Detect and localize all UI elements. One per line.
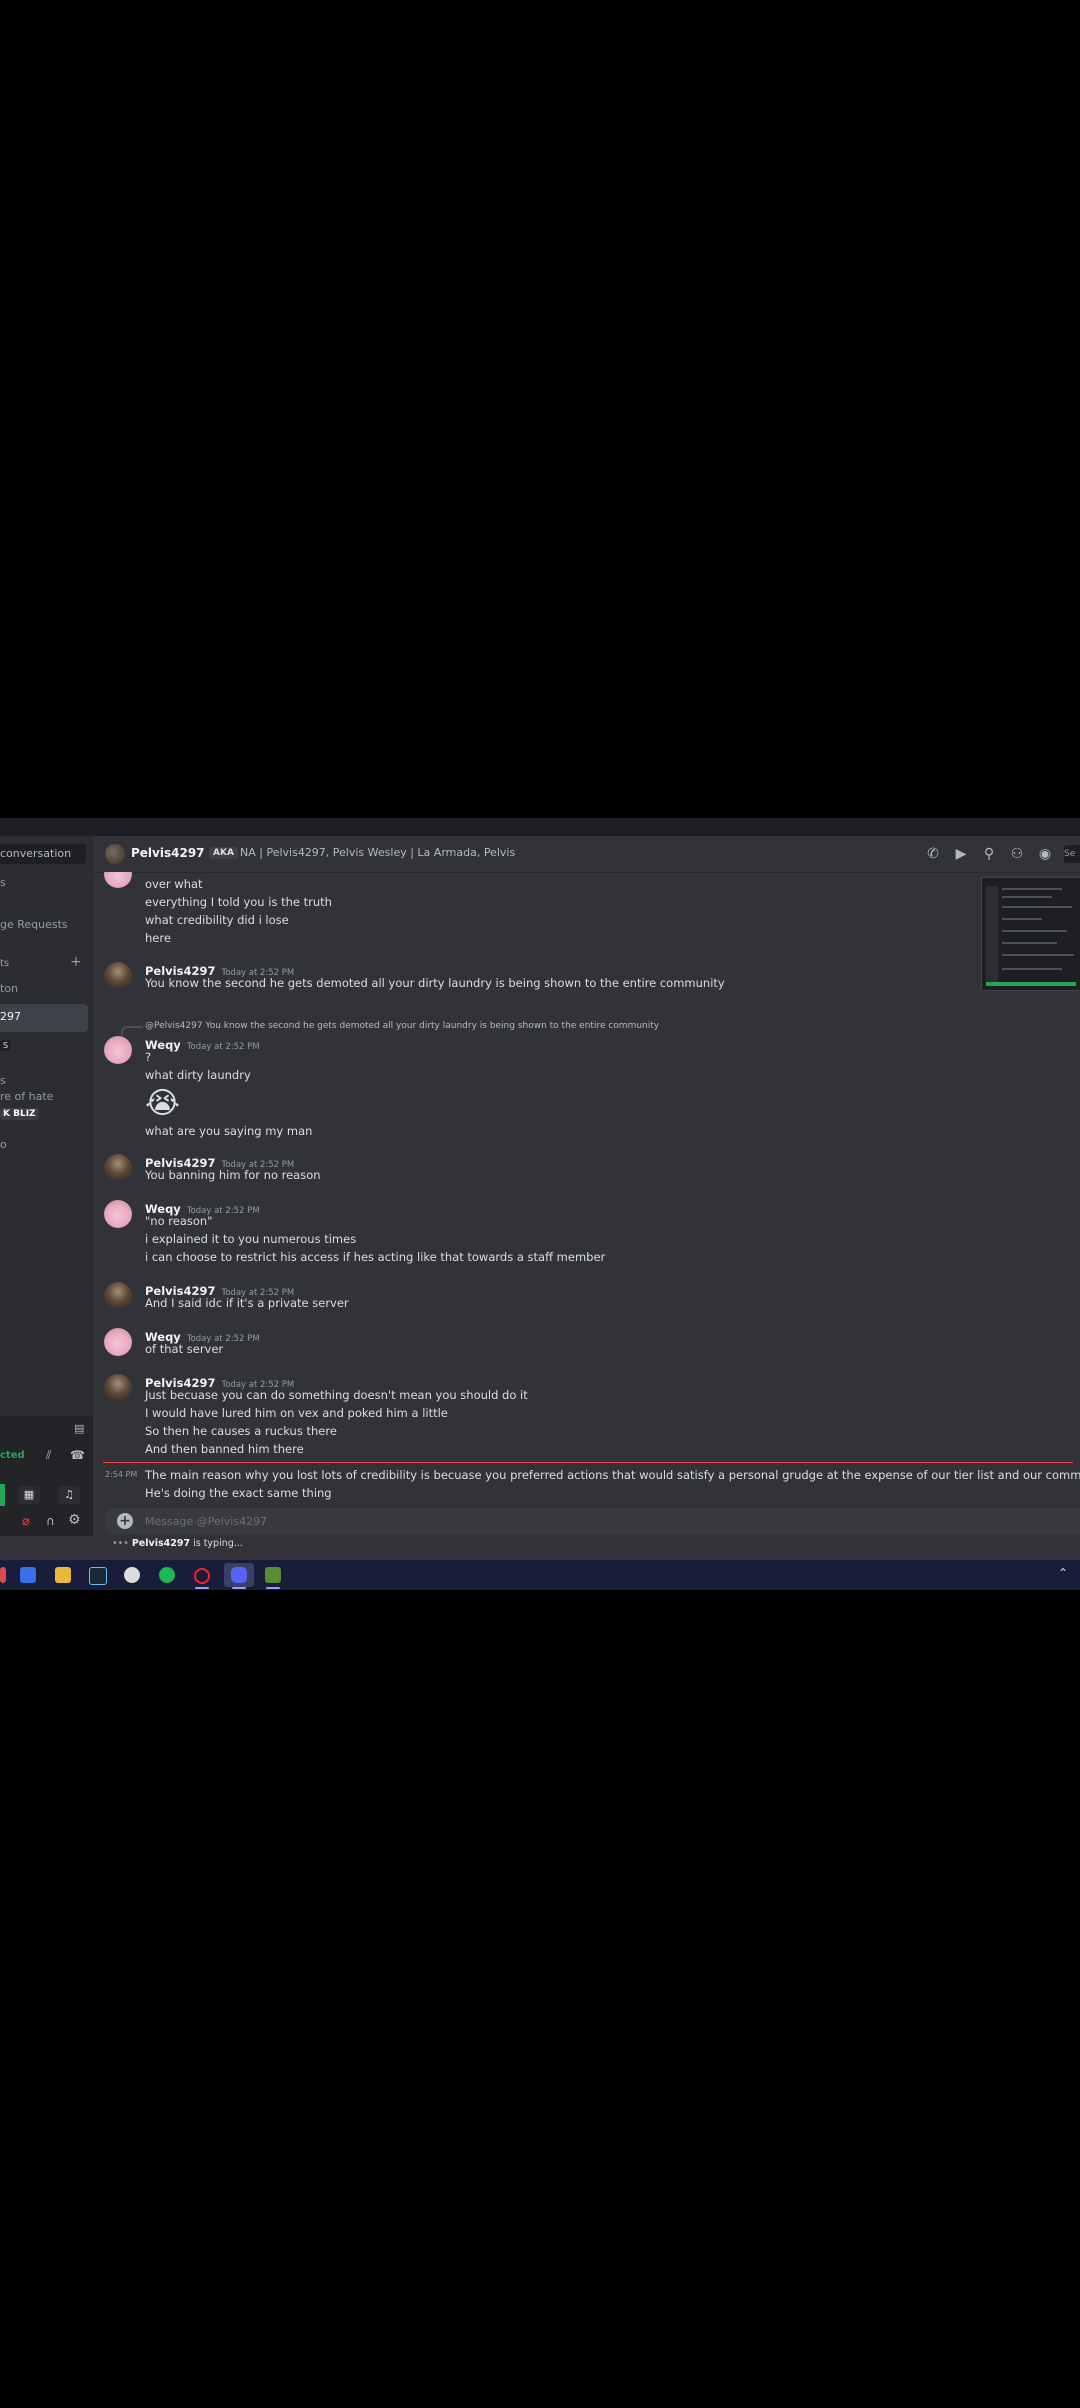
aka-names: NA | Pelvis4297, Pelvis Wesley | La Arma… <box>240 846 516 859</box>
avatar[interactable] <box>104 872 132 888</box>
calendar-icon[interactable] <box>0 1567 6 1583</box>
activity-icon[interactable]: ▦ <box>18 1486 40 1504</box>
video-icon[interactable]: ▶ <box>952 845 970 863</box>
opera-running-indicator <box>195 1587 209 1589</box>
headphones-icon[interactable]: ∩ <box>46 1514 55 1528</box>
message-line: You know the second he gets demoted all … <box>145 976 725 990</box>
sidebar-item-friends[interactable]: s <box>0 876 6 889</box>
avatar <box>105 844 125 864</box>
header-toolbar: ✆ ▶ ⚲ ⚇ ◉ Se <box>924 845 1080 863</box>
message-line: here <box>145 931 171 945</box>
message-line: The main reason why you lost lots of cre… <box>145 1468 1080 1482</box>
store-icon[interactable] <box>20 1567 36 1583</box>
message-line: I would have lured him on vex and poked … <box>145 1406 448 1420</box>
new-messages-divider <box>103 1462 1073 1463</box>
search-input[interactable]: Se <box>1064 845 1080 863</box>
message-line: You banning him for no reason <box>145 1168 321 1182</box>
dm-sidebar: conversation s ge Requests ts + ton 297 … <box>0 836 93 1536</box>
app-icon[interactable] <box>124 1567 140 1583</box>
typing-dots-icon: ••• <box>112 1538 129 1549</box>
settings-gear-icon[interactable]: ⚙ <box>68 1512 81 1528</box>
message-line: So then he causes a ruckus there <box>145 1424 337 1438</box>
crying-emoji: 😭 <box>145 1086 181 1121</box>
typing-indicator: ••• Pelvis4297 is typing... <box>112 1538 243 1549</box>
message-line: "no reason" <box>145 1214 213 1228</box>
message-line: And I said idc if it's a private server <box>145 1296 349 1310</box>
message-header: Weqy Today at 2:52 PM <box>145 1034 260 1053</box>
discord-running-indicator <box>232 1587 246 1589</box>
minecraft-running-indicator <box>266 1587 280 1589</box>
mute-icon[interactable]: ⌀ <box>22 1514 30 1529</box>
spotify-icon[interactable] <box>159 1567 175 1583</box>
message-line: everything I told you is the truth <box>145 895 332 909</box>
timestamp: 2:54 PM <box>105 1470 138 1479</box>
reply-spine <box>121 1026 143 1036</box>
avatar[interactable] <box>104 962 132 990</box>
server-tag: S <box>0 1040 12 1051</box>
profile-icon[interactable]: ◉ <box>1036 845 1054 863</box>
user-panel: ▦ ♫ ⌀ ∩ ⚙ <box>0 1482 93 1536</box>
sidebar-dm-item[interactable]: s <box>0 1074 6 1087</box>
message-list: over what everything I told you is the t… <box>93 872 1080 1512</box>
message-input[interactable]: Message @Pelvis4297 <box>145 1515 267 1528</box>
opera-icon[interactable] <box>194 1568 210 1584</box>
avatar[interactable] <box>104 1374 132 1402</box>
reply-preview[interactable]: @Pelvis4297 You know the second he gets … <box>145 1021 659 1031</box>
phone-icon[interactable]: ✆ <box>924 845 942 863</box>
attach-plus-icon[interactable]: + <box>117 1513 133 1529</box>
desktop-screen: conversation s ge Requests ts + ton 297 … <box>0 818 1080 1590</box>
find-conversation-input[interactable]: conversation <box>0 844 86 864</box>
voice-connected-status: cted <box>0 1450 25 1461</box>
message-line: ? <box>145 1050 152 1064</box>
sidebar-dm-item[interactable]: o <box>0 1138 7 1151</box>
typing-text: is typing... <box>190 1538 243 1549</box>
aka-badge: AKA <box>209 847 238 859</box>
message-line: i can choose to restrict his access if h… <box>145 1250 606 1264</box>
message-line: what are you saying my man <box>145 1124 313 1138</box>
avatar[interactable] <box>104 1200 132 1228</box>
typing-user: Pelvis4297 <box>131 1538 191 1549</box>
message-line: what credibility did i lose <box>145 913 289 927</box>
message-composer[interactable]: + Message @Pelvis4297 <box>105 1508 1080 1534</box>
title-bar <box>0 818 1080 836</box>
signal-icon[interactable]: ⫽ <box>46 1448 51 1463</box>
folder-icon[interactable] <box>55 1567 71 1583</box>
disconnect-icon[interactable]: ☎ <box>70 1448 85 1462</box>
noise-suppression-icon[interactable]: ▤ <box>74 1422 84 1435</box>
header-username[interactable]: Pelvis4297 <box>131 846 205 860</box>
soundboard-icon[interactable]: ♫ <box>58 1486 80 1504</box>
sidebar-dm-group-hate[interactable]: re of hate <box>0 1090 53 1103</box>
tray-chevron-up-icon[interactable]: ⌃ <box>1058 1566 1068 1580</box>
timestamp: Today at 2:52 PM <box>186 1042 260 1052</box>
screen-share-thumbnail[interactable] <box>981 877 1080 991</box>
message-line: And then banned him there <box>145 1442 304 1456</box>
discord-icon[interactable] <box>231 1567 247 1583</box>
sidebar-dm-pelvis[interactable]: 297 <box>0 1010 21 1023</box>
message-line: of that server <box>145 1342 224 1356</box>
sidebar-dm-item[interactable]: ton <box>0 982 18 995</box>
create-dm-icon[interactable]: + <box>70 954 82 970</box>
channel-header: Pelvis4297 AKA NA | Pelvis4297, Pelvis W… <box>93 836 1080 873</box>
voice-panel: ▤ cted ⫽ ☎ <box>0 1416 93 1482</box>
taskbar: ⌃ <box>0 1560 1080 1590</box>
message-line: i explained it to you numerous times <box>145 1232 357 1246</box>
avatar[interactable] <box>104 1036 132 1064</box>
avatar[interactable] <box>104 1282 132 1310</box>
message-line: He's doing the exact same thing <box>145 1486 332 1500</box>
direct-messages-heading: ts <box>0 958 10 969</box>
avatar[interactable] <box>104 1328 132 1356</box>
add-friend-icon[interactable]: ⚇ <box>1008 845 1026 863</box>
avatar[interactable] <box>104 1154 132 1182</box>
message-line: Just becuase you can do something doesn'… <box>145 1388 528 1402</box>
message-line: what dirty laundry <box>145 1068 251 1082</box>
sidebar-item-message-requests[interactable]: ge Requests <box>0 918 68 931</box>
pin-icon[interactable]: ⚲ <box>980 845 998 863</box>
blizzard-badge: K BLIZ <box>0 1108 39 1120</box>
message-line: over what <box>145 877 203 891</box>
minecraft-icon[interactable] <box>265 1567 281 1583</box>
video-button[interactable] <box>0 1484 5 1506</box>
steam-icon[interactable] <box>89 1567 107 1585</box>
